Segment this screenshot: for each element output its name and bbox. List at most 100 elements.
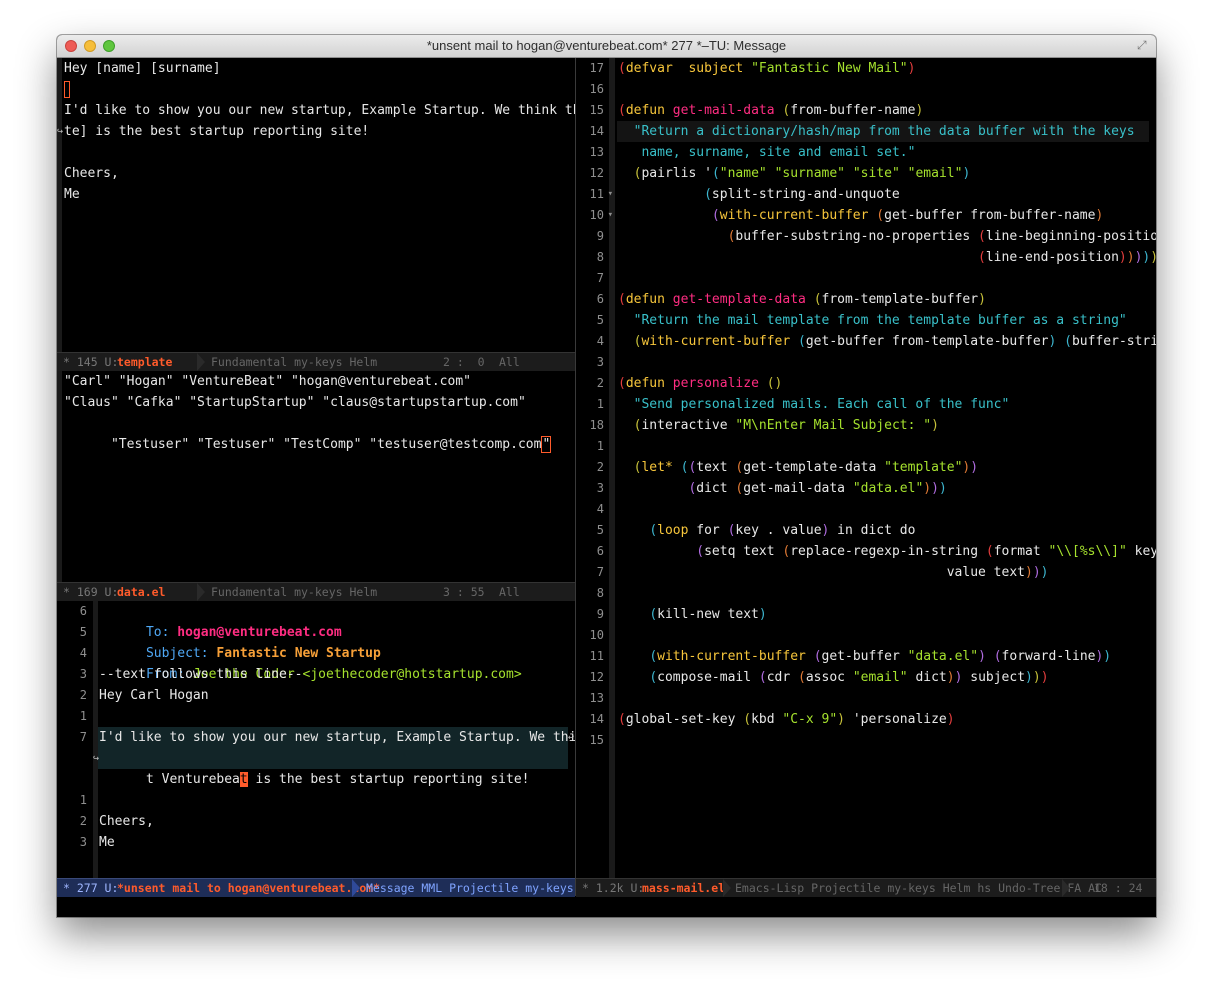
line-number: 11	[589, 649, 604, 663]
code-line: (split-string-and-unquote	[618, 184, 900, 205]
line-number: 13	[589, 691, 604, 705]
line-number: 15	[589, 103, 604, 117]
data-pane[interactable]: "Carl" "Hogan" "VentureBeat" "hogan@vent…	[57, 371, 575, 582]
code-token: )	[1126, 250, 1135, 265]
fringe	[57, 371, 62, 582]
code-token: replace-regexp-in-string	[790, 544, 986, 559]
fold-toggle-icon[interactable]: ▾	[603, 205, 613, 226]
code-token: get-buffer from-buffer-name	[884, 208, 1096, 223]
line-number: 16	[589, 82, 604, 96]
code-token: forward-line	[1001, 649, 1096, 664]
data-line: "Claus" "Cafka" "StartupStartup" "claus@…	[64, 395, 526, 410]
data-modeline[interactable]: * 169 U: data.el Fundamental my-keys Hel…	[57, 582, 575, 601]
code-line: (defun get-template-data (from-template-…	[618, 289, 986, 310]
code-token: )	[837, 712, 845, 727]
code-token: )	[1095, 208, 1104, 223]
code-token: defun	[625, 292, 665, 307]
code-token: compose-mail	[657, 670, 759, 685]
line-number: 1	[79, 709, 87, 723]
code-line: "Return a dictionary/hash/map from the d…	[618, 121, 1135, 142]
template-modeline[interactable]: * 145 U: template Fundamental my-keys He…	[57, 352, 575, 371]
line-number: 14	[589, 124, 604, 138]
line-number: 8	[596, 250, 604, 264]
code-token: )	[758, 607, 767, 622]
line-number: 12	[589, 670, 604, 684]
code-line: (defun get-mail-data (from-buffer-name)	[618, 100, 923, 121]
code-token: )	[962, 166, 971, 181]
text-cursor: t	[239, 772, 248, 787]
message-modeline[interactable]: * 277 U: *unsent mail to hogan@venturebe…	[57, 878, 575, 897]
code-token: (	[618, 712, 626, 727]
code-modeline[interactable]: * 1.2k U: mass-mail.el Emacs-Lisp Projec…	[576, 878, 1156, 897]
message-body-line: I'd like to show you our new startup, Ex…	[99, 730, 575, 745]
code-token: setq text	[704, 544, 783, 559]
line-number: 3	[596, 481, 604, 495]
code-token: value text	[618, 565, 1025, 580]
code-token: )	[978, 292, 986, 307]
code-token: )	[1025, 565, 1033, 580]
code-token: get-mail-data	[743, 481, 853, 496]
fold-toggle-icon[interactable]: ▾	[603, 184, 613, 205]
modeline-position: 3 : 55	[443, 585, 485, 599]
message-text: is the best startup reporting site!	[247, 772, 530, 787]
line-number: 7	[596, 565, 604, 579]
line-number: 12	[589, 166, 604, 180]
fullscreen-icon[interactable]: ⤢	[1137, 39, 1150, 52]
code-token: "email"	[852, 670, 908, 685]
code-token: (	[618, 376, 626, 391]
title-bar: *unsent mail to hogan@venturebeat.com* 2…	[57, 35, 1156, 58]
line-number: 10	[589, 628, 604, 642]
code-token: global-set-key	[625, 712, 744, 727]
code-token: line-beginning-position	[985, 229, 1156, 244]
code-line: (pairlis '("name" "surname" "site" "emai…	[618, 163, 971, 184]
modeline-separator-icon	[197, 583, 205, 601]
code-token: (	[876, 208, 885, 223]
code-token: subject	[962, 670, 1026, 685]
line-number: 1	[79, 793, 87, 807]
line-number: 2	[596, 460, 604, 474]
emacs-window: *unsent mail to hogan@venturebeat.com* 2…	[57, 35, 1156, 917]
code-token: )	[931, 481, 939, 496]
template-pane[interactable]: Hey [name] [surname] I'd like to show yo…	[57, 58, 575, 354]
code-token: (	[711, 166, 720, 181]
code-token: )	[1040, 565, 1049, 580]
code-token: buffer-string	[1071, 334, 1156, 349]
modeline-buffer-name: template	[117, 355, 173, 369]
code-line: (interactive "M\nEnter Mail Subject: ")	[618, 415, 939, 436]
code-pane[interactable]: 17 (defvar subject "Fantastic New Mail") 1…	[576, 58, 1156, 878]
line-number: 9	[596, 607, 604, 621]
code-token: )	[923, 481, 932, 496]
line-number: 1	[596, 439, 604, 453]
code-token: text	[696, 460, 736, 475]
data-line: "Carl" "Hogan" "VentureBeat" "hogan@vent…	[64, 374, 471, 389]
message-pane[interactable]: 6 5 4 3 2 1 7 1 2 3 To: hogan@venturebea…	[57, 601, 575, 878]
message-body-line: t Venturebeat is the best startup report…	[99, 748, 529, 787]
line-number: 13	[589, 145, 604, 159]
from-header: From: Joe the Coder <joethecoder@hotstar…	[99, 643, 522, 682]
line-number: 11	[589, 187, 604, 201]
code-token: (	[649, 523, 658, 538]
code-token: "Return a dictionary/hash/map from the d…	[633, 124, 1135, 139]
code-token: "Fantastic New Mail"	[751, 61, 908, 76]
code-line: (global-set-key (kbd "C-x 9") 'personali…	[618, 709, 955, 730]
code-token: name, surname, site and email set."	[641, 145, 916, 160]
line-number: 2	[596, 376, 604, 390]
code-token: get-buffer	[821, 649, 908, 664]
line-number: 1	[596, 397, 604, 411]
modeline-separator-icon	[1062, 879, 1070, 897]
code-token: split-string-and-unquote	[711, 187, 900, 202]
code-token: subject	[688, 61, 744, 76]
code-token: (	[618, 292, 626, 307]
